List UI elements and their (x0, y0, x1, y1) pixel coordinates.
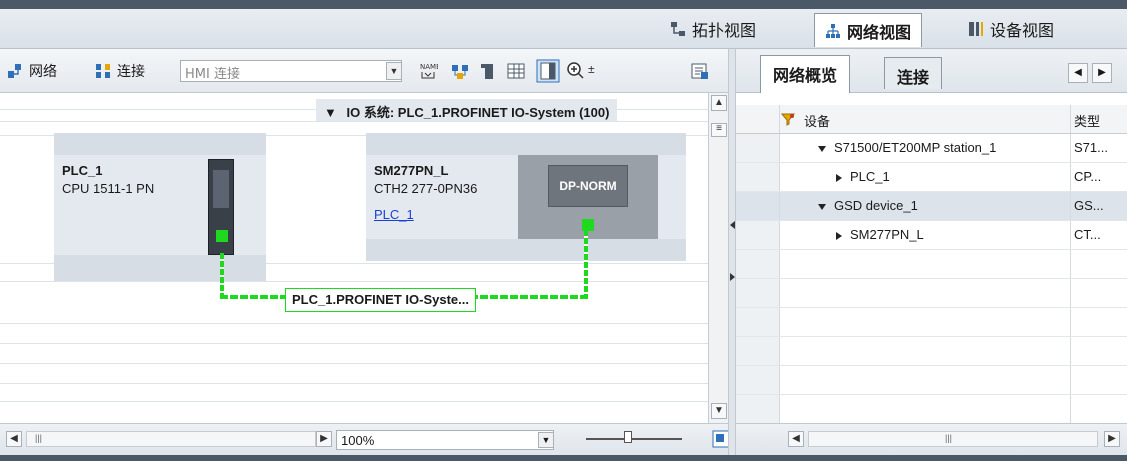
panel-splitter[interactable] (728, 49, 736, 455)
tab-topology-view[interactable]: 拓扑视图 (660, 13, 766, 45)
column-header-device[interactable]: 设备 (804, 111, 830, 130)
table-row[interactable]: GSD device_1 GS... (736, 192, 1127, 221)
network-mode-label: 网络 (29, 64, 57, 80)
device-plc1-type: CPU 1511-1 PN (62, 181, 155, 196)
connection-type-dropdown-button[interactable]: ▼ (386, 62, 402, 80)
scroll-left-button[interactable]: ◀ (6, 431, 22, 447)
connections-mode-label: 连接 (117, 64, 145, 80)
name-icon[interactable]: NAME (418, 61, 438, 81)
device-sm277pn-name: SM277PN_L (374, 163, 449, 178)
zoom-level-value: 100% (341, 433, 375, 448)
overview-table-header: 设备 类型 (736, 105, 1127, 134)
overview-scroll-left-button[interactable]: ◀ (788, 431, 804, 447)
module-icon[interactable] (478, 61, 498, 81)
canvas-vertical-scrollbar[interactable]: ▲ ≡ ▼ (708, 93, 728, 423)
cpu-module-icon (208, 159, 234, 255)
table-row[interactable]: PLC_1 CP... (736, 163, 1127, 192)
connections-mode-button[interactable]: 连接 (94, 61, 145, 81)
plc1-network-drop (220, 253, 224, 299)
overview-tab-bar: 网络概览 连接 ◀ ▶ (736, 49, 1127, 93)
network-mode-icon (8, 64, 21, 78)
overview-scroll-track[interactable]: ||| (808, 431, 1098, 447)
collapse-icon[interactable] (836, 231, 842, 240)
plc1-profinet-port[interactable] (216, 230, 228, 242)
io-system-label[interactable]: ▼ IO 系统: PLC_1.PROFINET IO-System (100) (316, 99, 618, 121)
scroll-right-button[interactable]: ▶ (316, 431, 332, 447)
zoom-dropdown-button[interactable]: ▼ (538, 432, 554, 448)
tab-device-view[interactable]: 设备视图 (958, 13, 1064, 45)
overview-scroll-thumb[interactable]: ||| (945, 433, 952, 443)
network-toolbar: 网络 连接 HMI 连接 ▼ NAME ± (0, 49, 736, 93)
overview-horizontal-scrollbar[interactable]: ◀ ||| ▶ (736, 423, 1127, 455)
network-icon (826, 23, 840, 38)
device-plc1-name: PLC_1 (62, 163, 103, 178)
table-icon[interactable] (506, 61, 526, 81)
scroll-thumb[interactable]: ≡ (711, 123, 727, 137)
collapse-left-icon[interactable] (730, 221, 735, 229)
collapse-icon[interactable] (836, 173, 842, 182)
view-tab-bar: 拓扑视图 网络视图 设备视图 (0, 9, 1127, 49)
device-icon (969, 22, 983, 36)
export-icon[interactable] (690, 61, 710, 81)
device-sm277pn-controller-link[interactable]: PLC_1 (374, 207, 414, 222)
window-bottom-border (0, 455, 1127, 461)
connection-type-value: HMI 连接 (185, 67, 240, 82)
zoom-level-select[interactable]: 100% (336, 430, 554, 450)
network-mode-button[interactable]: 网络 (6, 61, 57, 81)
zoom-slider-handle[interactable] (624, 431, 632, 443)
zoom-in-icon[interactable] (566, 61, 586, 81)
table-row[interactable]: SM277PN_L CT... (736, 221, 1127, 250)
network-tool-icon[interactable] (450, 61, 470, 81)
network-overview-panel: 网络概览 连接 ◀ ▶ 设备 类型 S71500/ET200MP station… (736, 49, 1127, 455)
tab-network-label: 网络视图 (847, 22, 912, 42)
table-row[interactable]: S71500/ET200MP station_1 S71... (736, 134, 1127, 163)
panel-icon[interactable] (536, 59, 560, 83)
network-canvas[interactable]: ▼ IO 系统: PLC_1.PROFINET IO-System (100) … (0, 93, 708, 423)
horizontal-scroll-thumb[interactable]: ||| (35, 433, 42, 443)
column-header-type[interactable]: 类型 (1074, 111, 1100, 130)
connection-type-select[interactable]: HMI 连接 (180, 60, 402, 82)
horizontal-scrollbar[interactable]: ||| (26, 431, 316, 447)
expand-icon[interactable] (818, 203, 826, 210)
overview-scroll-right-button[interactable]: ▶ (1104, 431, 1120, 447)
connection-icon (96, 64, 110, 78)
topology-icon (671, 22, 685, 36)
tab-network-view[interactable]: 网络视图 (814, 13, 923, 47)
tab-network-overview[interactable]: 网络概览 (760, 55, 851, 93)
tab-scroll-right-button[interactable]: ▶ (1092, 63, 1112, 83)
zoom-slider[interactable] (586, 438, 682, 440)
profinet-line-label[interactable]: PLC_1.PROFINET IO-Syste... (285, 288, 476, 312)
tab-topology-label: 拓扑视图 (692, 21, 757, 40)
dp-norm-module: DP-NORM (548, 165, 628, 207)
svg-text:NAME: NAME (420, 63, 438, 71)
device-sm277pn[interactable]: SM277PN_L CTH2 277-0PN36 PLC_1 DP-NORM (366, 133, 686, 261)
device-sm277pn-type: CTH2 277-0PN36 (374, 181, 478, 196)
expand-icon[interactable] (818, 145, 826, 152)
filter-icon[interactable] (780, 111, 796, 127)
scroll-down-button[interactable]: ▼ (711, 403, 727, 419)
zoom-options-icon[interactable]: ± (588, 62, 595, 76)
device-plc1[interactable]: PLC_1 CPU 1511-1 PN (54, 133, 266, 281)
scroll-up-button[interactable]: ▲ (711, 95, 727, 111)
pin-icon[interactable]: ▼ (324, 105, 337, 120)
canvas-status-bar: ◀ ||| ▶ 100% ▼ (0, 423, 736, 455)
io-system-text: IO 系统: PLC_1.PROFINET IO-System (100) (346, 105, 610, 120)
tab-scroll-left-button[interactable]: ◀ (1068, 63, 1088, 83)
window-top-border (0, 0, 1127, 9)
tab-device-label: 设备视图 (990, 21, 1055, 40)
collapse-right-icon[interactable] (730, 273, 735, 281)
tab-connections[interactable]: 连接 (884, 57, 943, 89)
sm277pn-network-drop (584, 230, 588, 299)
